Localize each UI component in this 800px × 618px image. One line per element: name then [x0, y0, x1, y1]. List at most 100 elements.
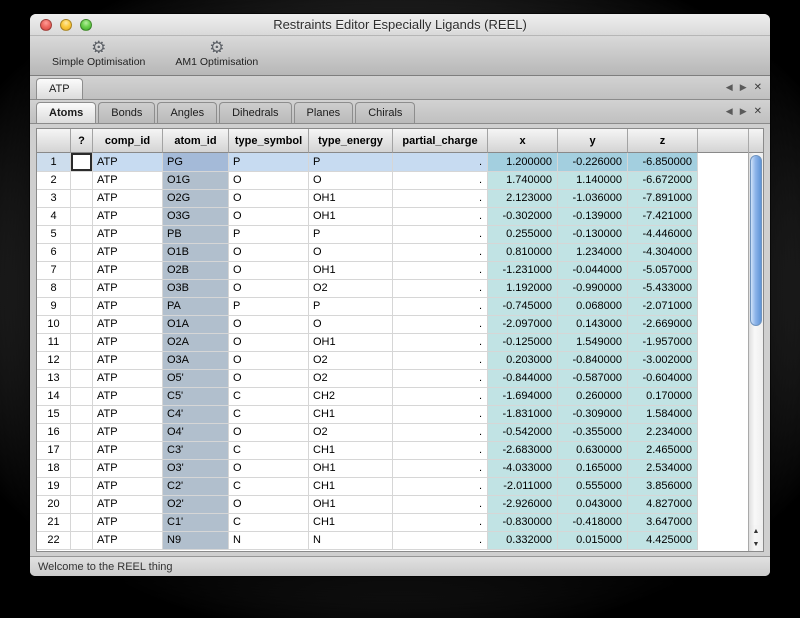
z-cell[interactable]: -7.891000	[628, 190, 698, 208]
comp-id-cell[interactable]: ATP	[93, 514, 163, 532]
scroll-up-button[interactable]: ▲	[749, 525, 763, 538]
comp-id-cell[interactable]: ATP	[93, 478, 163, 496]
partial-charge-cell[interactable]: .	[393, 226, 488, 244]
z-cell[interactable]: -7.421000	[628, 208, 698, 226]
partial-charge-cell[interactable]: .	[393, 424, 488, 442]
flag-cell[interactable]	[71, 334, 93, 352]
type-symbol-cell[interactable]: N	[229, 532, 309, 550]
atom-id-cell[interactable]: O1G	[163, 172, 229, 190]
header-flag[interactable]: ?	[71, 129, 93, 153]
flag-cell[interactable]	[71, 460, 93, 478]
type-symbol-cell[interactable]: O	[229, 370, 309, 388]
y-cell[interactable]: -0.139000	[558, 208, 628, 226]
type-energy-cell[interactable]: O2	[309, 370, 393, 388]
atom-id-cell[interactable]: O2A	[163, 334, 229, 352]
y-cell[interactable]: 1.140000	[558, 172, 628, 190]
partial-charge-cell[interactable]: .	[393, 352, 488, 370]
comp-id-cell[interactable]: ATP	[93, 208, 163, 226]
atom-id-cell[interactable]: O1A	[163, 316, 229, 334]
tab-scroll-left-icon[interactable]: ◀	[726, 82, 733, 93]
partial-charge-cell[interactable]: .	[393, 496, 488, 514]
type-symbol-cell[interactable]: O	[229, 316, 309, 334]
type-symbol-cell[interactable]: C	[229, 514, 309, 532]
z-cell[interactable]: 2.234000	[628, 424, 698, 442]
atom-id-cell[interactable]: O3G	[163, 208, 229, 226]
z-cell[interactable]: -5.057000	[628, 262, 698, 280]
z-cell[interactable]: -2.071000	[628, 298, 698, 316]
row-number-cell[interactable]: 14	[37, 388, 71, 406]
partial-charge-cell[interactable]: .	[393, 190, 488, 208]
row-number-cell[interactable]: 21	[37, 514, 71, 532]
type-symbol-cell[interactable]: P	[229, 298, 309, 316]
header-comp-id[interactable]: comp_id	[93, 129, 163, 153]
partial-charge-cell[interactable]: .	[393, 280, 488, 298]
y-cell[interactable]: 0.630000	[558, 442, 628, 460]
atom-id-cell[interactable]: C2'	[163, 478, 229, 496]
y-cell[interactable]: -0.044000	[558, 262, 628, 280]
flag-cell[interactable]	[71, 442, 93, 460]
row-number-cell[interactable]: 3	[37, 190, 71, 208]
flag-cell[interactable]	[71, 532, 93, 550]
z-cell[interactable]: 3.856000	[628, 478, 698, 496]
comp-id-cell[interactable]: ATP	[93, 172, 163, 190]
simple-optimisation-button[interactable]: ⚙ Simple Optimisation	[52, 38, 145, 68]
x-cell[interactable]: -4.033000	[488, 460, 558, 478]
type-symbol-cell[interactable]: C	[229, 478, 309, 496]
flag-cell[interactable]	[71, 388, 93, 406]
partial-charge-cell[interactable]: .	[393, 442, 488, 460]
z-cell[interactable]: 2.465000	[628, 442, 698, 460]
atom-id-cell[interactable]: O3A	[163, 352, 229, 370]
x-cell[interactable]: -0.844000	[488, 370, 558, 388]
type-energy-cell[interactable]: O	[309, 316, 393, 334]
x-cell[interactable]: 2.123000	[488, 190, 558, 208]
flag-cell[interactable]	[71, 172, 93, 190]
am1-optimisation-button[interactable]: ⚙ AM1 Optimisation	[175, 38, 258, 68]
type-energy-cell[interactable]: O	[309, 244, 393, 262]
partial-charge-cell[interactable]: .	[393, 262, 488, 280]
x-cell[interactable]: -1.831000	[488, 406, 558, 424]
type-energy-cell[interactable]: OH1	[309, 262, 393, 280]
tab-close-icon[interactable]: ✕	[754, 82, 762, 93]
type-symbol-cell[interactable]: O	[229, 334, 309, 352]
y-cell[interactable]: 0.555000	[558, 478, 628, 496]
y-cell[interactable]: 0.068000	[558, 298, 628, 316]
type-energy-cell[interactable]: CH1	[309, 478, 393, 496]
row-number-cell[interactable]: 10	[37, 316, 71, 334]
x-cell[interactable]: -0.542000	[488, 424, 558, 442]
y-cell[interactable]: -0.587000	[558, 370, 628, 388]
type-symbol-cell[interactable]: O	[229, 190, 309, 208]
z-cell[interactable]: -4.446000	[628, 226, 698, 244]
x-cell[interactable]: -0.745000	[488, 298, 558, 316]
row-number-cell[interactable]: 4	[37, 208, 71, 226]
z-cell[interactable]: 2.534000	[628, 460, 698, 478]
tab-bonds[interactable]: Bonds	[98, 102, 155, 123]
header-z[interactable]: z	[628, 129, 698, 153]
type-energy-cell[interactable]: P	[309, 153, 393, 172]
comp-id-cell[interactable]: ATP	[93, 226, 163, 244]
z-cell[interactable]: -6.672000	[628, 172, 698, 190]
x-cell[interactable]: 1.200000	[488, 153, 558, 172]
type-symbol-cell[interactable]: O	[229, 460, 309, 478]
atom-id-cell[interactable]: O2'	[163, 496, 229, 514]
type-energy-cell[interactable]: O	[309, 172, 393, 190]
atom-id-cell[interactable]: C5'	[163, 388, 229, 406]
type-energy-cell[interactable]: OH1	[309, 208, 393, 226]
y-cell[interactable]: -0.355000	[558, 424, 628, 442]
partial-charge-cell[interactable]: .	[393, 514, 488, 532]
flag-cell[interactable]	[71, 478, 93, 496]
comp-id-cell[interactable]: ATP	[93, 424, 163, 442]
y-cell[interactable]: 0.260000	[558, 388, 628, 406]
row-number-cell[interactable]: 16	[37, 424, 71, 442]
type-symbol-cell[interactable]: P	[229, 226, 309, 244]
flag-cell[interactable]	[71, 262, 93, 280]
flag-cell[interactable]	[71, 153, 93, 172]
z-cell[interactable]: 3.647000	[628, 514, 698, 532]
comp-id-cell[interactable]: ATP	[93, 370, 163, 388]
atom-id-cell[interactable]: PG	[163, 153, 229, 172]
flag-cell[interactable]	[71, 298, 93, 316]
type-energy-cell[interactable]: CH1	[309, 442, 393, 460]
z-cell[interactable]: 4.827000	[628, 496, 698, 514]
row-number-cell[interactable]: 13	[37, 370, 71, 388]
z-cell[interactable]: -2.669000	[628, 316, 698, 334]
flag-cell[interactable]	[71, 280, 93, 298]
